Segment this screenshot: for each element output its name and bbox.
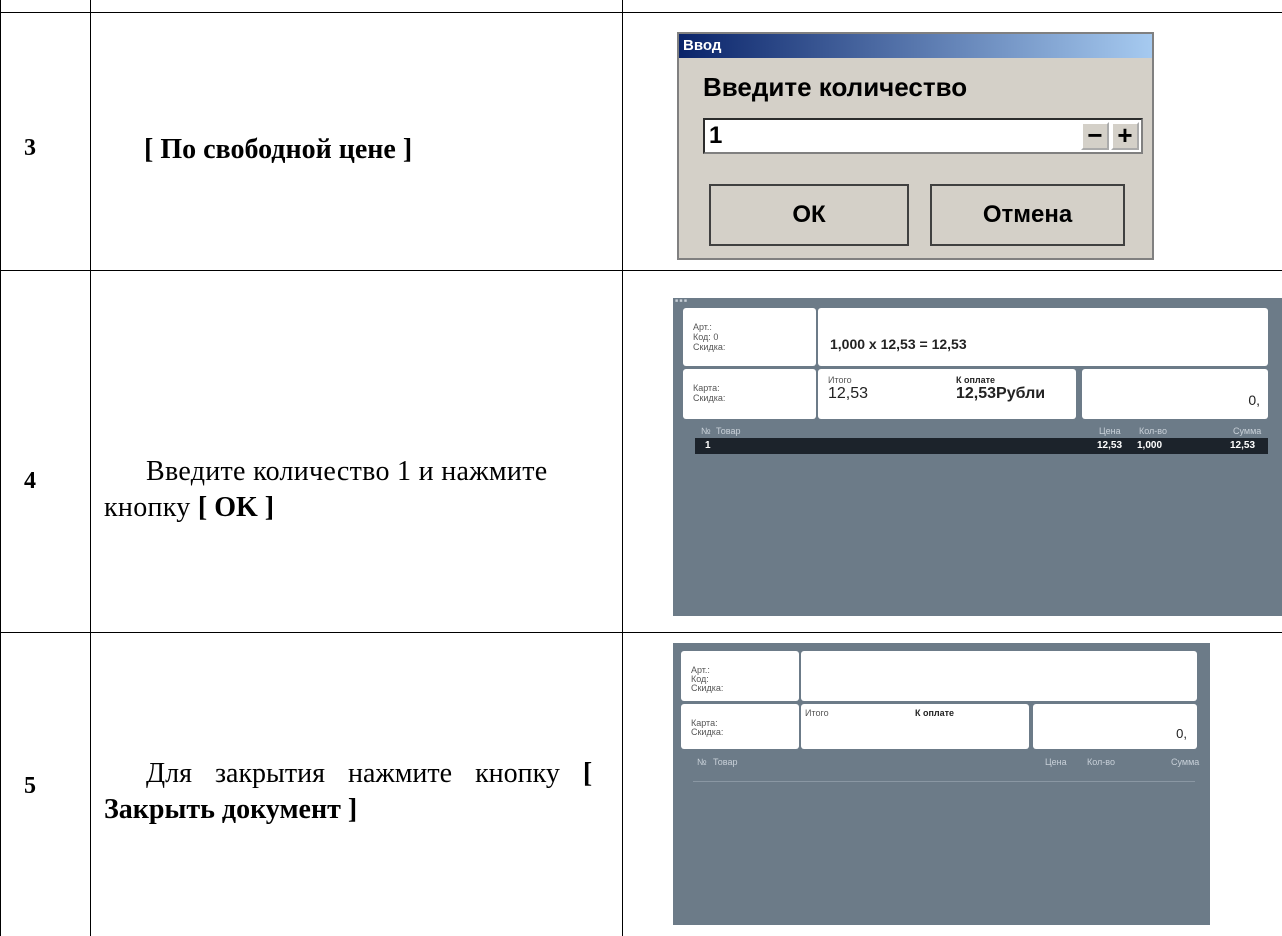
change-value: 0, [1248,392,1260,408]
row-qty: 1,000 [1137,440,1163,451]
step-number: 5 [24,773,36,799]
card-label: Карта: [693,383,720,393]
step-description: Введите количество 1 и нажмите кнопку [ … [104,454,604,526]
row-no: 1 [705,440,711,451]
total-label: Итого [828,375,852,385]
table-border-left [0,0,1,936]
pay-label: К оплате [915,708,955,718]
article-panel: Арт.: Код: Скидка: [681,651,799,701]
pay-label: К оплате [956,375,996,385]
total-value: 12,53 [828,385,869,402]
dialog-prompt: Введите количество [703,72,968,102]
quantity-dialog: Ввод Введите количество 1 − + ОК Отмена [677,32,1154,260]
step-number: 4 [24,468,36,494]
table-row[interactable]: 1 12,53 1,000 12,53 [695,438,1268,454]
step-description: Для закрытия нажмите кнопку [ Закрыть до… [104,756,604,828]
cancel-button[interactable]: Отмена [930,184,1125,246]
article-label: Арт.: [693,322,712,332]
total-panel: Итого 12,53 К оплате 12,53Рубли [818,369,1076,419]
decrement-button[interactable]: − [1081,122,1109,150]
total-panel: Итого К оплате [801,704,1029,749]
step-description-bold: [ OK ] [197,492,275,523]
calc-panel: 1,000 x 12,53 = 12,53 [818,308,1268,366]
table-border-top [0,12,1282,13]
card-panel: Карта: Скидка: [681,704,799,749]
step-number: 3 [24,135,36,161]
discount-label: Скидка: [691,683,724,693]
step-description-bold: [ По свободной цене ] [144,134,413,165]
ok-button[interactable]: ОК [709,184,909,246]
col-qty-header: Кол-во [1087,757,1115,767]
change-panel: 0, [1082,369,1268,419]
change-value: 0, [1176,726,1187,741]
col-item-header: Товар [716,426,741,436]
col-sum-header: Сумма [1233,426,1262,436]
code-label-text: Код: [693,332,711,342]
code-value: 0 [713,332,719,342]
pos-screen-empty: Арт.: Код: Скидка: Карта: Скидка: Итого … [673,643,1210,925]
change-panel: 0, [1033,704,1197,749]
step-description: [ По свободной цене ] [144,132,644,168]
table-divider-1 [90,0,91,936]
discount-label: Скидка: [693,342,726,352]
row-price: 12,53 [1097,440,1123,451]
total-label: Итого [805,708,829,718]
card-panel: Карта: Скидка: [683,369,816,419]
increment-button[interactable]: + [1111,122,1139,150]
dialog-title: Ввод [679,34,1152,58]
col-item-header: Товар [713,757,738,767]
table-row-divider-2 [0,632,1282,633]
calc-panel [801,651,1197,701]
article-panel: Арт.: Код: 0 Скидка: [683,308,816,366]
header-divider [693,781,1195,782]
row-sum: 12,53 [1230,440,1256,451]
quantity-input[interactable]: 1 − + [703,118,1143,154]
pay-value: 12,53Рубли [956,385,1046,402]
calc-line: 1,000 x 12,53 = 12,53 [830,336,967,352]
card-discount-label: Скидка: [693,393,726,403]
col-qty-header: Кол-во [1139,426,1167,436]
code-label: Код: 0 [693,332,718,342]
col-no-header: № [701,426,711,436]
status-bar-left: ■ ■ ■ [675,298,687,304]
table-row-divider-1 [0,270,1282,271]
step-description-text: Для закрытия нажмите кнопку [146,758,583,789]
card-discount-label: Скидка: [691,727,724,737]
col-price-header: Цена [1045,757,1067,767]
col-sum-header: Сумма [1171,757,1200,767]
pos-screen-sale: ■ ■ ■ Арт.: Код: 0 Скидка: 1,000 x 12,53… [673,298,1282,616]
col-no-header: № [697,757,707,767]
col-price-header: Цена [1099,426,1121,436]
quantity-value: 1 [709,122,723,149]
step-description-text: Введите количество 1 и нажмите кнопку [104,456,548,523]
